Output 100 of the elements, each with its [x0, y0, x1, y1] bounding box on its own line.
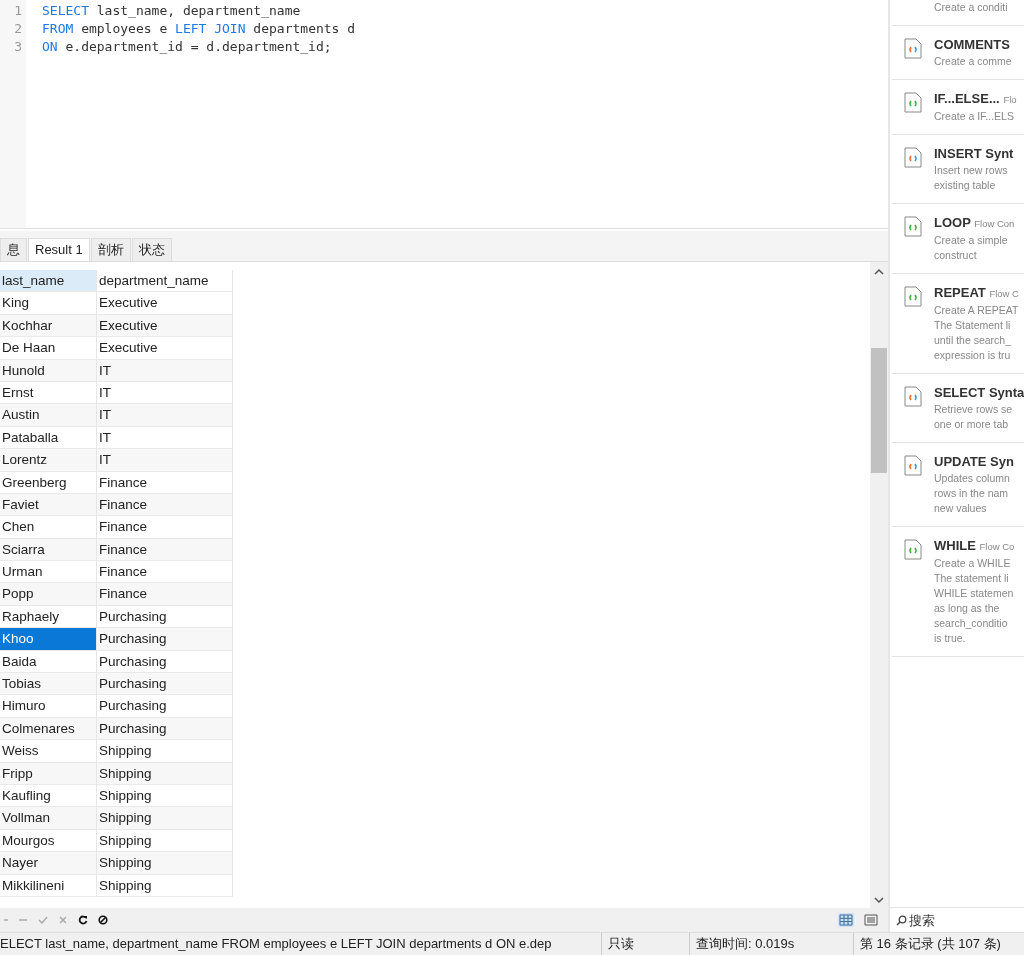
table-cell: Lorentz — [0, 449, 97, 472]
snippet-description: Create a comme — [934, 54, 1012, 69]
snippet-file-icon — [904, 539, 922, 560]
table-cell: Shipping — [97, 762, 233, 785]
grid-view-icon[interactable] — [838, 913, 854, 927]
snippet-item[interactable]: SELECT Synta Retrieve rows se one or more tab — [892, 374, 1024, 443]
result-tab[interactable]: 息 — [0, 238, 27, 261]
snippet-item[interactable]: WHILE Flow Co Create a WHILE The statement li WHILE statemen as long as the search_conditio is true. — [892, 527, 1024, 657]
snippet-description: rows in the nam — [934, 486, 1010, 501]
close-icon[interactable] — [58, 915, 68, 925]
snippet-file-icon — [904, 386, 922, 407]
snippet-description: existing table — [934, 178, 997, 193]
table-cell: Faviet — [0, 493, 97, 517]
table-cell: Vollman — [0, 807, 97, 830]
status-query: ELECT last_name, department_name FROM employees e LEFT JOIN departments d ON e.dep — [0, 933, 602, 955]
table-cell: Sciarra — [0, 538, 97, 562]
status-time: 查询时间: 0.019s — [690, 933, 854, 955]
table-cell: Shipping — [97, 874, 233, 897]
snippet-file-icon — [904, 455, 922, 476]
table-cell: Ernst — [0, 381, 97, 405]
table-cell: Shipping — [97, 785, 233, 808]
snippet-item[interactable]: REPEAT Flow C Create A REPEAT The Statement li until the search_ expression is tru — [892, 274, 1024, 374]
code-line: FROM employees e LEFT JOIN departments d — [42, 21, 356, 38]
snippet-description: Insert new rows — [934, 163, 1009, 178]
table-cell: Pataballa — [0, 426, 97, 450]
snippet-description: one or more tab — [934, 417, 1010, 432]
snippet-title: LOOP Flow Con — [934, 214, 1015, 232]
line-number: 3 — [13, 39, 23, 56]
column-header[interactable]: last_name — [0, 270, 97, 293]
snippet-item[interactable]: LOOP Flow Con Create a simple construct — [892, 204, 1024, 274]
snippet-title: WHILE Flow Co — [934, 537, 1015, 555]
snippet-file-icon — [904, 38, 922, 59]
snippet-file-icon — [904, 286, 922, 307]
snippet-item[interactable]: IF...ELSE... Flo Create a IF...ELS — [892, 80, 1024, 135]
snippet-description: Retrieve rows se — [934, 402, 1014, 417]
table-cell: Khoo — [0, 628, 97, 651]
snippet-description: Create a IF...ELS — [934, 109, 1015, 124]
table-cell: Chen — [0, 516, 97, 539]
result-tab[interactable]: 状态 — [131, 238, 172, 261]
table-cell: Fripp — [0, 762, 97, 785]
search-icon — [896, 914, 907, 926]
table-cell: IT — [97, 404, 233, 427]
table-cell: IT — [97, 426, 233, 450]
table-cell: Purchasing — [97, 650, 233, 674]
scroll-up-icon[interactable] — [874, 268, 884, 276]
snippet-title: INSERT Synt — [934, 145, 1014, 163]
table-cell: IT — [97, 381, 233, 405]
snippet-item[interactable]: Create a conditi — [892, 0, 1024, 26]
refresh-icon[interactable] — [78, 915, 88, 925]
table-cell: Himuro — [0, 695, 97, 718]
table-cell: IT — [97, 449, 233, 472]
status-record: 第 16 条记录 (共 107 条) — [859, 935, 1002, 953]
snippet-item[interactable]: COMMENTS Create a comme — [892, 26, 1024, 80]
snippet-item[interactable]: UPDATE Syn Updates column rows in the nam new values — [892, 443, 1024, 527]
table-cell: Executive — [97, 314, 233, 338]
line-number: 1 — [13, 3, 23, 20]
table-cell: Executive — [97, 337, 233, 360]
snippet-item[interactable]: INSERT Synt Insert new rows existing table — [892, 135, 1024, 204]
snippet-description: is true. — [934, 631, 967, 646]
table-cell: Greenberg — [0, 471, 97, 494]
snippet-title: REPEAT Flow C — [934, 284, 1019, 302]
code-line: ON e.department_id = d.department_id; — [42, 39, 333, 56]
snippet-description: Create A REPEAT — [934, 303, 1019, 318]
column-header[interactable]: department_name — [97, 270, 233, 293]
table-cell: Mourgos — [0, 829, 97, 853]
snippet-title: SELECT Synta — [934, 384, 1024, 402]
table-cell: Kochhar — [0, 314, 97, 338]
snippet-title: IF...ELSE... Flo — [934, 90, 1017, 108]
table-cell: King — [0, 292, 97, 315]
table-cell: Purchasing — [97, 673, 233, 696]
form-view-icon[interactable] — [864, 914, 878, 926]
snippet-description: construct — [934, 248, 978, 263]
table-cell: Kaufling — [0, 785, 97, 808]
table-cell: Nayer — [0, 852, 97, 875]
table-cell: Purchasing — [97, 695, 233, 718]
snippet-file-icon — [904, 147, 922, 168]
scroll-thumb[interactable] — [871, 348, 887, 473]
result-tab[interactable]: 剖析 — [90, 238, 131, 261]
table-cell: Finance — [97, 561, 233, 584]
snippet-description: expression is tru — [934, 348, 1012, 363]
table-cell: Shipping — [97, 740, 233, 763]
scroll-down-icon[interactable] — [874, 896, 884, 904]
table-cell: Weiss — [0, 740, 97, 763]
table-cell: Purchasing — [97, 717, 233, 741]
result-tab[interactable]: Result 1 — [28, 238, 90, 261]
snippet-description: WHILE statemen — [934, 586, 1015, 601]
snippet-description: search_conditio — [934, 616, 1009, 631]
snippet-file-icon — [904, 92, 922, 113]
snippet-description: Create a simple — [934, 233, 1009, 248]
stop-icon[interactable] — [98, 915, 108, 925]
table-cell: Finance — [97, 583, 233, 606]
table-cell: Baida — [0, 650, 97, 674]
table-cell: Shipping — [97, 852, 233, 875]
snippet-description: The statement li — [934, 571, 1010, 586]
check-icon[interactable] — [38, 915, 48, 925]
snippet-description: new values — [934, 501, 988, 516]
scrollbar[interactable] — [870, 262, 888, 908]
table-cell: Finance — [97, 538, 233, 562]
snippet-description: Create a WHILE — [934, 556, 1012, 571]
code-line: SELECT last_name, department_name — [42, 3, 302, 20]
